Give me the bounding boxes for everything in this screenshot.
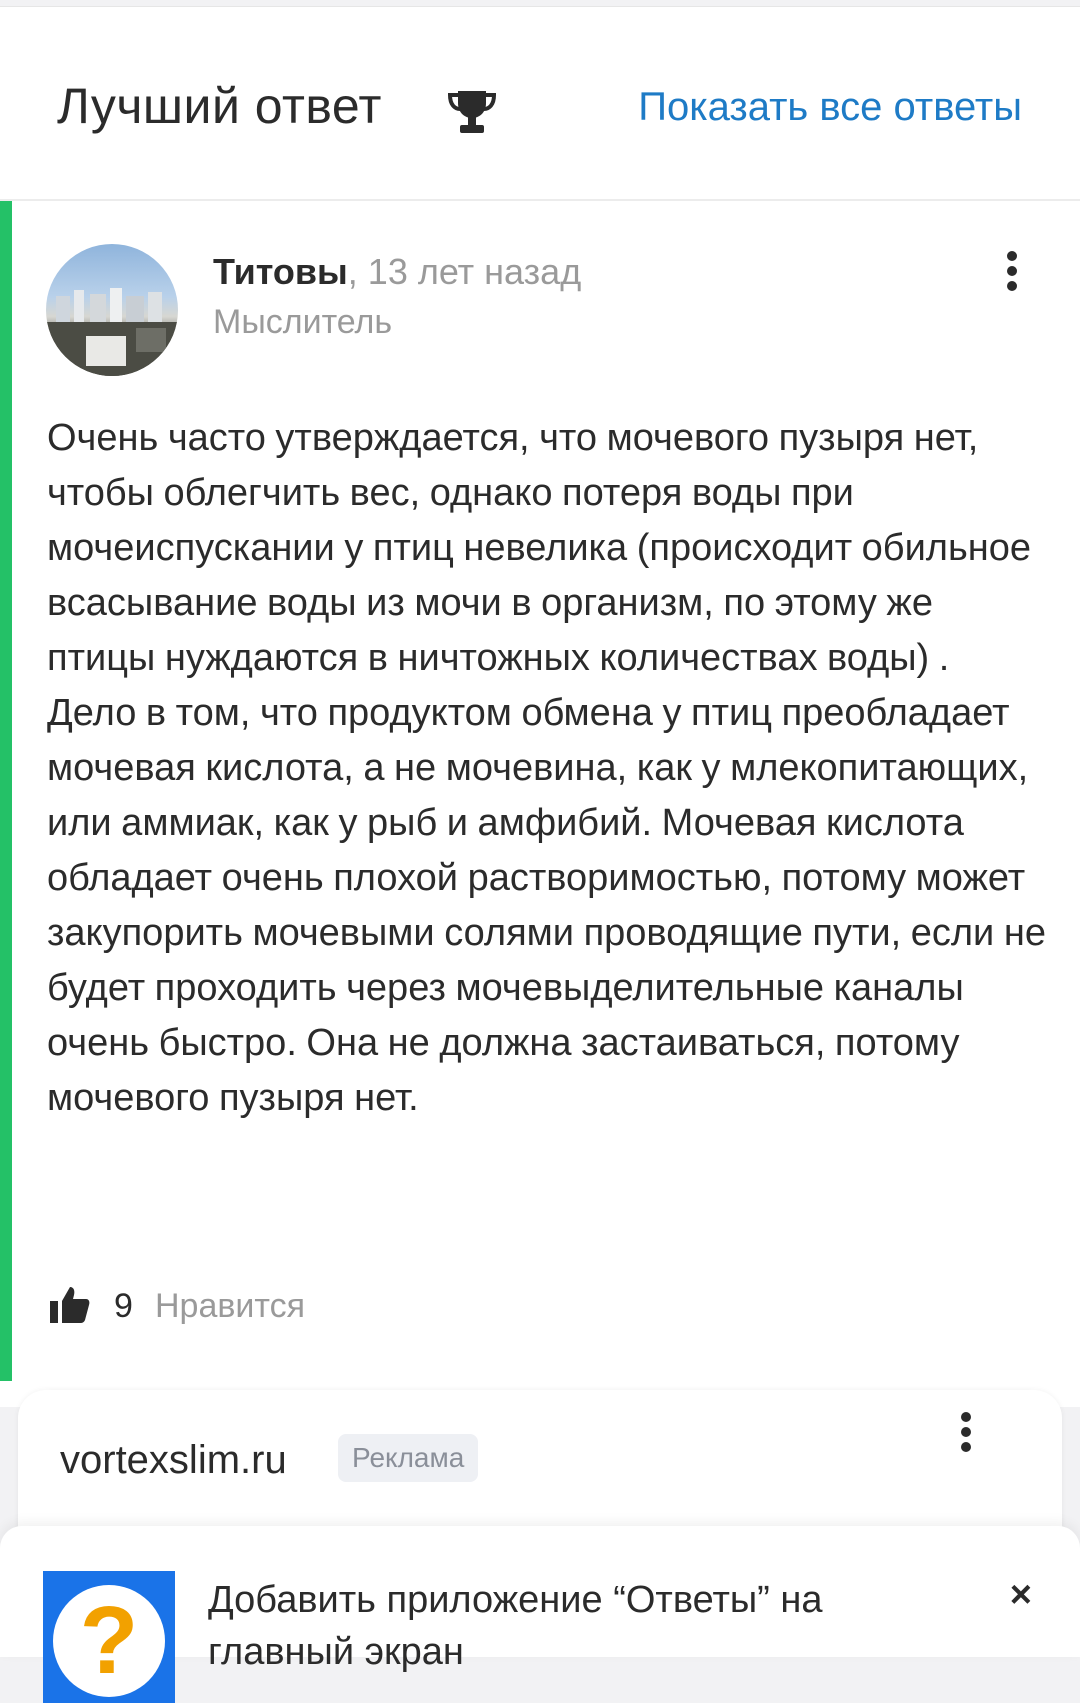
avatar-photo (46, 288, 178, 376)
show-all-answers-link[interactable]: Показать все ответы (638, 85, 1022, 130)
author-line: Титовы, 13 лет назад (213, 251, 581, 293)
author-name[interactable]: Титовы (213, 251, 348, 292)
ad-badge: Реклама (338, 1434, 479, 1482)
avatar[interactable] (46, 244, 178, 376)
trophy-icon (447, 91, 497, 133)
best-answer-header: Лучший ответ Показать все ответы (0, 7, 1080, 201)
best-answer-card: Лучший ответ Показать все ответы Титовы,… (0, 6, 1080, 1407)
best-answer-accent-bar (0, 201, 12, 1381)
close-icon[interactable]: × (1010, 1574, 1032, 1617)
app-icon: ? (43, 1571, 175, 1703)
like-label[interactable]: Нравится (155, 1287, 305, 1326)
answer-time: 13 лет назад (367, 251, 582, 292)
author-rank: Мыслитель (213, 303, 393, 341)
ad-domain[interactable]: vortexslim.ru (60, 1438, 287, 1483)
install-prompt-text[interactable]: Добавить приложение “Ответы” на главный … (208, 1574, 908, 1678)
author-separator: , (347, 251, 368, 292)
answer-item: Титовы, 13 лет назад Мыслитель Очень час… (0, 201, 1080, 1381)
thumbs-up-icon (50, 1287, 90, 1323)
ad-more-options-icon[interactable] (954, 1412, 978, 1456)
page-title: Лучший ответ (57, 78, 382, 134)
more-options-icon[interactable] (1000, 251, 1024, 295)
install-app-banner[interactable]: ? Добавить приложение “Ответы” на главны… (0, 1526, 1080, 1703)
answer-text: Очень часто утверждается, что мочевого п… (47, 417, 1046, 1119)
like-count: 9 (114, 1287, 133, 1325)
question-mark-icon: ? (53, 1585, 165, 1697)
